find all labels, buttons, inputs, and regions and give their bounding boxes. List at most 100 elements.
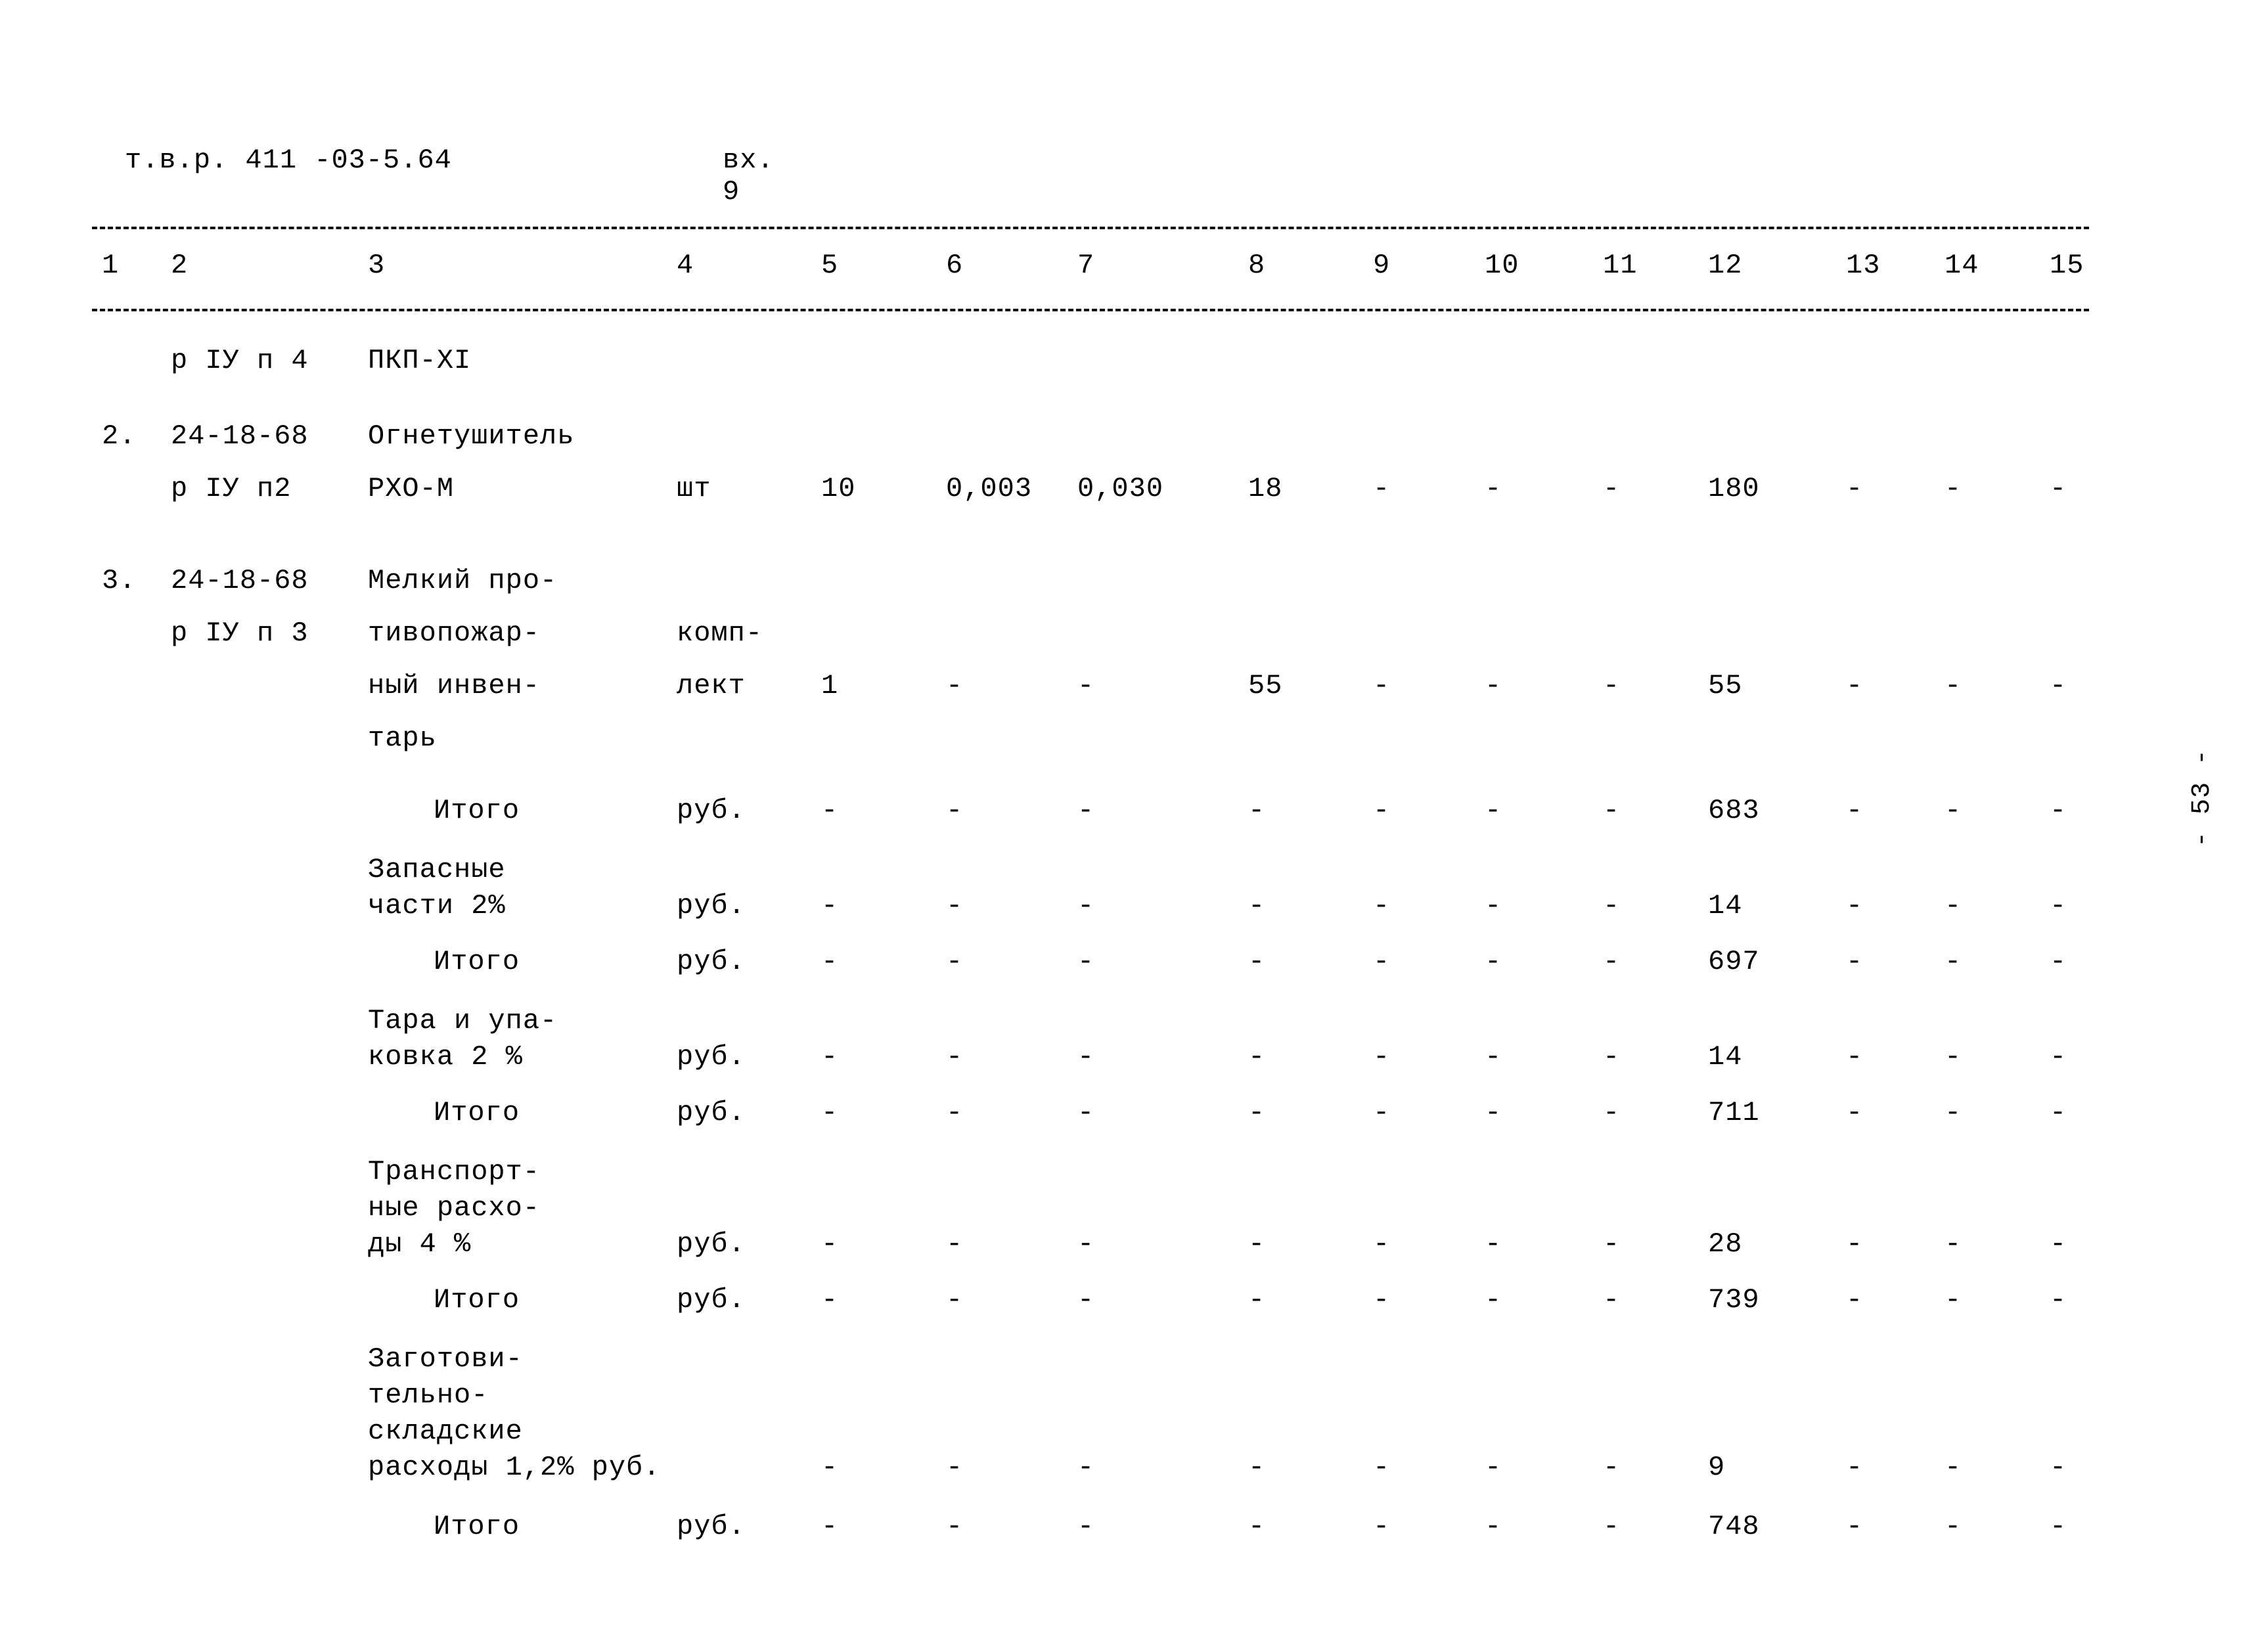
cell-c12: 711 (1708, 1097, 1760, 1128)
cell-c8: - (1248, 795, 1265, 826)
cell-c11: - (1603, 473, 1620, 504)
cell-c8: - (1248, 1041, 1265, 1073)
cell-c7: 0,030 (1077, 473, 1163, 504)
cell-c3: Тара и упа- (368, 1005, 557, 1037)
cell-c12: 697 (1708, 946, 1760, 977)
rule-under-header (92, 309, 2089, 311)
cell-c11: - (1603, 1452, 1620, 1483)
col-num: 10 (1485, 250, 1519, 281)
cell-c2: р IУ п 4 (171, 345, 309, 376)
cell-c5: - (821, 1228, 838, 1260)
cell-c5: - (821, 890, 838, 922)
cell-c11: - (1603, 1041, 1620, 1073)
cell-c8: - (1248, 1284, 1265, 1316)
cell-c4: руб. (677, 1041, 746, 1073)
cell-c8: - (1248, 1228, 1265, 1260)
cell-c6: - (946, 1041, 963, 1073)
cell-c13: - (1846, 890, 1863, 922)
cell-c3: ПКП-XI (368, 345, 471, 376)
cell-c12: 9 (1708, 1452, 1725, 1483)
cell-c3: РХО-М (368, 473, 454, 504)
cell-c12: 748 (1708, 1511, 1760, 1542)
header-sheet: вх. 9 (723, 145, 782, 208)
cell-c8: - (1248, 946, 1265, 977)
cell-c9: - (1373, 795, 1390, 826)
cell-c3: ный инвен- (368, 670, 540, 702)
cell-c10: - (1485, 1452, 1502, 1483)
cell-c3: Итого (434, 1511, 520, 1542)
cell-c13: - (1846, 670, 1863, 702)
cell-c5: - (821, 1452, 838, 1483)
cell-c1: 2. (102, 420, 136, 452)
cell-c3: тивопожар- (368, 617, 540, 649)
cell-c2: 24-18-68 (171, 420, 309, 452)
cell-c7: - (1077, 1228, 1094, 1260)
cell-c5: 10 (821, 473, 855, 504)
col-num: 13 (1846, 250, 1880, 281)
cell-c6: - (946, 670, 963, 702)
col-num: 6 (946, 250, 963, 281)
cell-c14: - (1945, 1097, 1962, 1128)
cell-c14: - (1945, 1041, 1962, 1073)
cell-c11: - (1603, 795, 1620, 826)
cell-c6: - (946, 890, 963, 922)
cell-c5: - (821, 1284, 838, 1316)
cell-c7: - (1077, 795, 1094, 826)
cell-c8: - (1248, 1097, 1265, 1128)
cell-c9: - (1373, 1041, 1390, 1073)
cell-c5: 1 (821, 670, 838, 702)
cell-c8: 18 (1248, 473, 1282, 504)
cell-c11: - (1603, 1511, 1620, 1542)
cell-c11: - (1603, 946, 1620, 977)
cell-c9: - (1373, 1097, 1390, 1128)
cell-c13: - (1846, 1097, 1863, 1128)
cell-c7: - (1077, 1097, 1094, 1128)
cell-c8: - (1248, 1452, 1265, 1483)
cell-c15: - (2050, 473, 2067, 504)
cell-c6: - (946, 1284, 963, 1316)
cell-c12: 14 (1708, 1041, 1742, 1073)
cell-c11: - (1603, 1097, 1620, 1128)
cell-c9: - (1373, 890, 1390, 922)
col-num: 12 (1708, 250, 1742, 281)
cell-c10: - (1485, 1041, 1502, 1073)
cell-c4: руб. (677, 890, 746, 922)
cell-c13: - (1846, 1511, 1863, 1542)
cell-c3: ды 4 % (368, 1228, 471, 1260)
cell-c4: комп- (677, 617, 763, 649)
rule-top (92, 227, 2089, 229)
cell-c7: - (1077, 946, 1094, 977)
cell-c10: - (1485, 670, 1502, 702)
cell-c15: - (2050, 1452, 2067, 1483)
cell-c13: - (1846, 1041, 1863, 1073)
cell-c13: - (1846, 795, 1863, 826)
cell-c10: - (1485, 795, 1502, 826)
col-num: 5 (821, 250, 838, 281)
col-num: 9 (1373, 250, 1390, 281)
col-num: 3 (368, 250, 385, 281)
cell-c6: - (946, 1511, 963, 1542)
cell-c12: 180 (1708, 473, 1760, 504)
cell-c12: 683 (1708, 795, 1760, 826)
col-num: 4 (677, 250, 694, 281)
cell-c15: - (2050, 670, 2067, 702)
cell-c3: части 2% (368, 890, 506, 922)
cell-c8: 55 (1248, 670, 1282, 702)
cell-c12: 28 (1708, 1228, 1742, 1260)
cell-c3: Итого (434, 795, 520, 826)
cell-c14: - (1945, 946, 1962, 977)
cell-c3: складские (368, 1416, 523, 1447)
col-num: 1 (102, 250, 119, 281)
cell-c15: - (2050, 1511, 2067, 1542)
cell-c7: - (1077, 1284, 1094, 1316)
cell-c8: - (1248, 1511, 1265, 1542)
cell-c7: - (1077, 1511, 1094, 1542)
cell-c9: - (1373, 1228, 1390, 1260)
cell-c9: - (1373, 1284, 1390, 1316)
cell-c9: - (1373, 946, 1390, 977)
cell-c3: ные расхо- (368, 1192, 540, 1224)
cell-c10: - (1485, 1228, 1502, 1260)
cell-c3: Транспорт- (368, 1156, 540, 1188)
cell-c10: - (1485, 1097, 1502, 1128)
cell-c12: 14 (1708, 890, 1742, 922)
